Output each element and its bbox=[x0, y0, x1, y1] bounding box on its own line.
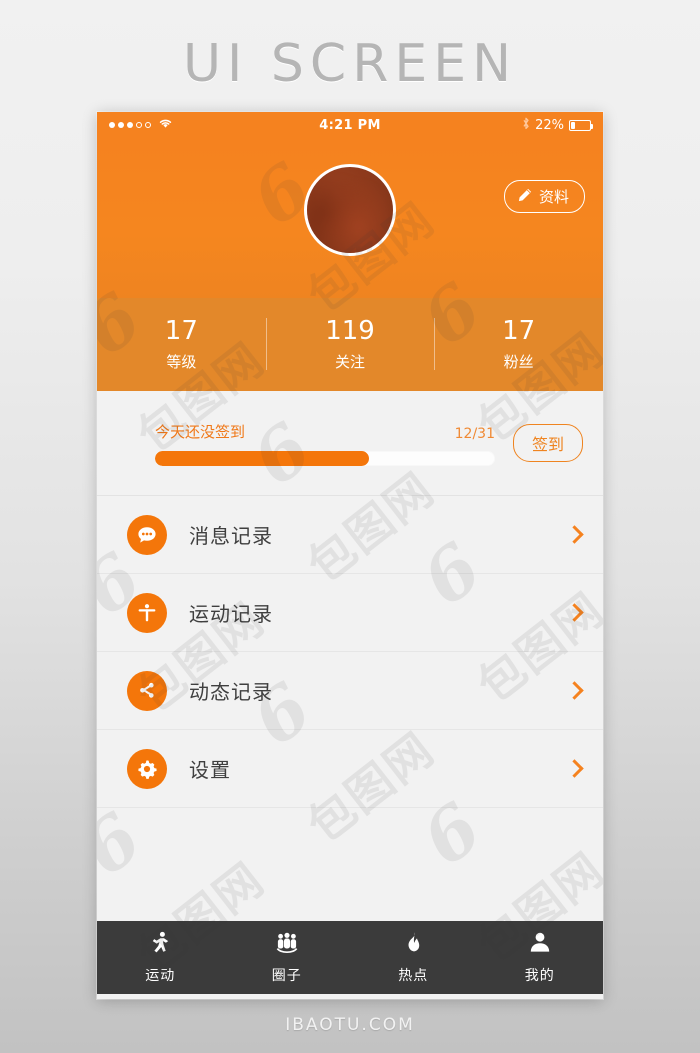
share-nodes-icon bbox=[127, 670, 167, 711]
bottom-tab-bar: 运动 圈子 热点 我的 bbox=[97, 921, 603, 994]
tab-circles[interactable]: 圈子 bbox=[224, 930, 351, 985]
chat-bubble-icon bbox=[127, 514, 167, 555]
bluetooth-icon bbox=[522, 117, 530, 134]
tab-label: 圈子 bbox=[271, 968, 302, 984]
edit-profile-button[interactable]: 资料 bbox=[503, 180, 585, 213]
status-bar: 4:21 PM 22% bbox=[97, 112, 603, 138]
status-bar-right: 22% bbox=[522, 117, 593, 134]
battery-icon bbox=[569, 119, 593, 131]
stat-fans[interactable]: 17 粉丝 bbox=[434, 316, 603, 372]
checkin-labels: 今天还没签到 12/31 bbox=[155, 421, 495, 442]
person-icon bbox=[527, 930, 553, 960]
checkin-progress-track bbox=[155, 450, 495, 466]
gear-icon bbox=[127, 748, 167, 789]
chevron-right-icon bbox=[565, 759, 584, 778]
checkin-progress-fill bbox=[155, 450, 370, 466]
empty-space bbox=[97, 807, 603, 921]
person-run-icon bbox=[127, 592, 167, 633]
chevron-right-icon bbox=[565, 603, 584, 622]
stat-following[interactable]: 119 关注 bbox=[266, 316, 435, 372]
group-people-icon bbox=[274, 930, 300, 960]
stat-value: 17 bbox=[164, 316, 198, 347]
phone-screen: 4:21 PM 22% 资料 17 等级 119 关注 17 粉丝 今天还没签到… bbox=[97, 112, 603, 999]
menu-item-label: 消息记录 bbox=[189, 524, 273, 548]
chevron-right-icon bbox=[565, 525, 584, 544]
menu-item-settings[interactable]: 设置 bbox=[97, 729, 603, 807]
edit-profile-label: 资料 bbox=[538, 188, 569, 206]
stat-value: 17 bbox=[502, 316, 536, 347]
stat-value: 119 bbox=[325, 316, 375, 347]
stat-label: 粉丝 bbox=[503, 352, 534, 371]
menu-item-messages[interactable]: 消息记录 bbox=[97, 495, 603, 573]
profile-header: 资料 bbox=[97, 138, 603, 298]
menu-item-activity[interactable]: 动态记录 bbox=[97, 651, 603, 729]
menu-item-label: 动态记录 bbox=[189, 680, 273, 704]
stat-label: 关注 bbox=[335, 352, 366, 371]
tab-label: 热点 bbox=[398, 968, 429, 984]
flame-icon bbox=[400, 930, 426, 960]
avatar[interactable] bbox=[304, 164, 396, 256]
battery-percent-label: 22% bbox=[535, 117, 564, 133]
tab-label: 我的 bbox=[524, 968, 555, 984]
checkin-date-text: 12/31 bbox=[454, 425, 495, 442]
stat-level[interactable]: 17 等级 bbox=[97, 316, 266, 372]
pencil-icon bbox=[518, 188, 532, 206]
running-icon bbox=[147, 930, 173, 960]
tab-hot[interactable]: 热点 bbox=[350, 930, 477, 985]
checkin-button[interactable]: 签到 bbox=[512, 424, 583, 462]
site-footer: IBAOTU.COM bbox=[285, 1015, 415, 1035]
menu-item-exercise[interactable]: 运动记录 bbox=[97, 573, 603, 651]
page-title: UI SCREEN bbox=[183, 34, 517, 94]
tab-mine[interactable]: 我的 bbox=[477, 930, 604, 985]
menu-item-label: 运动记录 bbox=[189, 602, 273, 626]
menu-item-label: 设置 bbox=[189, 758, 231, 782]
checkin-section: 今天还没签到 12/31 签到 bbox=[97, 391, 603, 495]
chevron-right-icon bbox=[565, 681, 584, 700]
tab-sports[interactable]: 运动 bbox=[97, 930, 224, 985]
stat-label: 等级 bbox=[166, 352, 197, 371]
checkin-progress-area: 今天还没签到 12/31 bbox=[155, 421, 513, 466]
stats-bar: 17 等级 119 关注 17 粉丝 bbox=[97, 298, 603, 391]
tab-label: 运动 bbox=[145, 968, 176, 984]
checkin-status-text: 今天还没签到 bbox=[155, 422, 246, 441]
menu-list: 消息记录 运动记录 动态记录 设置 bbox=[97, 495, 603, 807]
